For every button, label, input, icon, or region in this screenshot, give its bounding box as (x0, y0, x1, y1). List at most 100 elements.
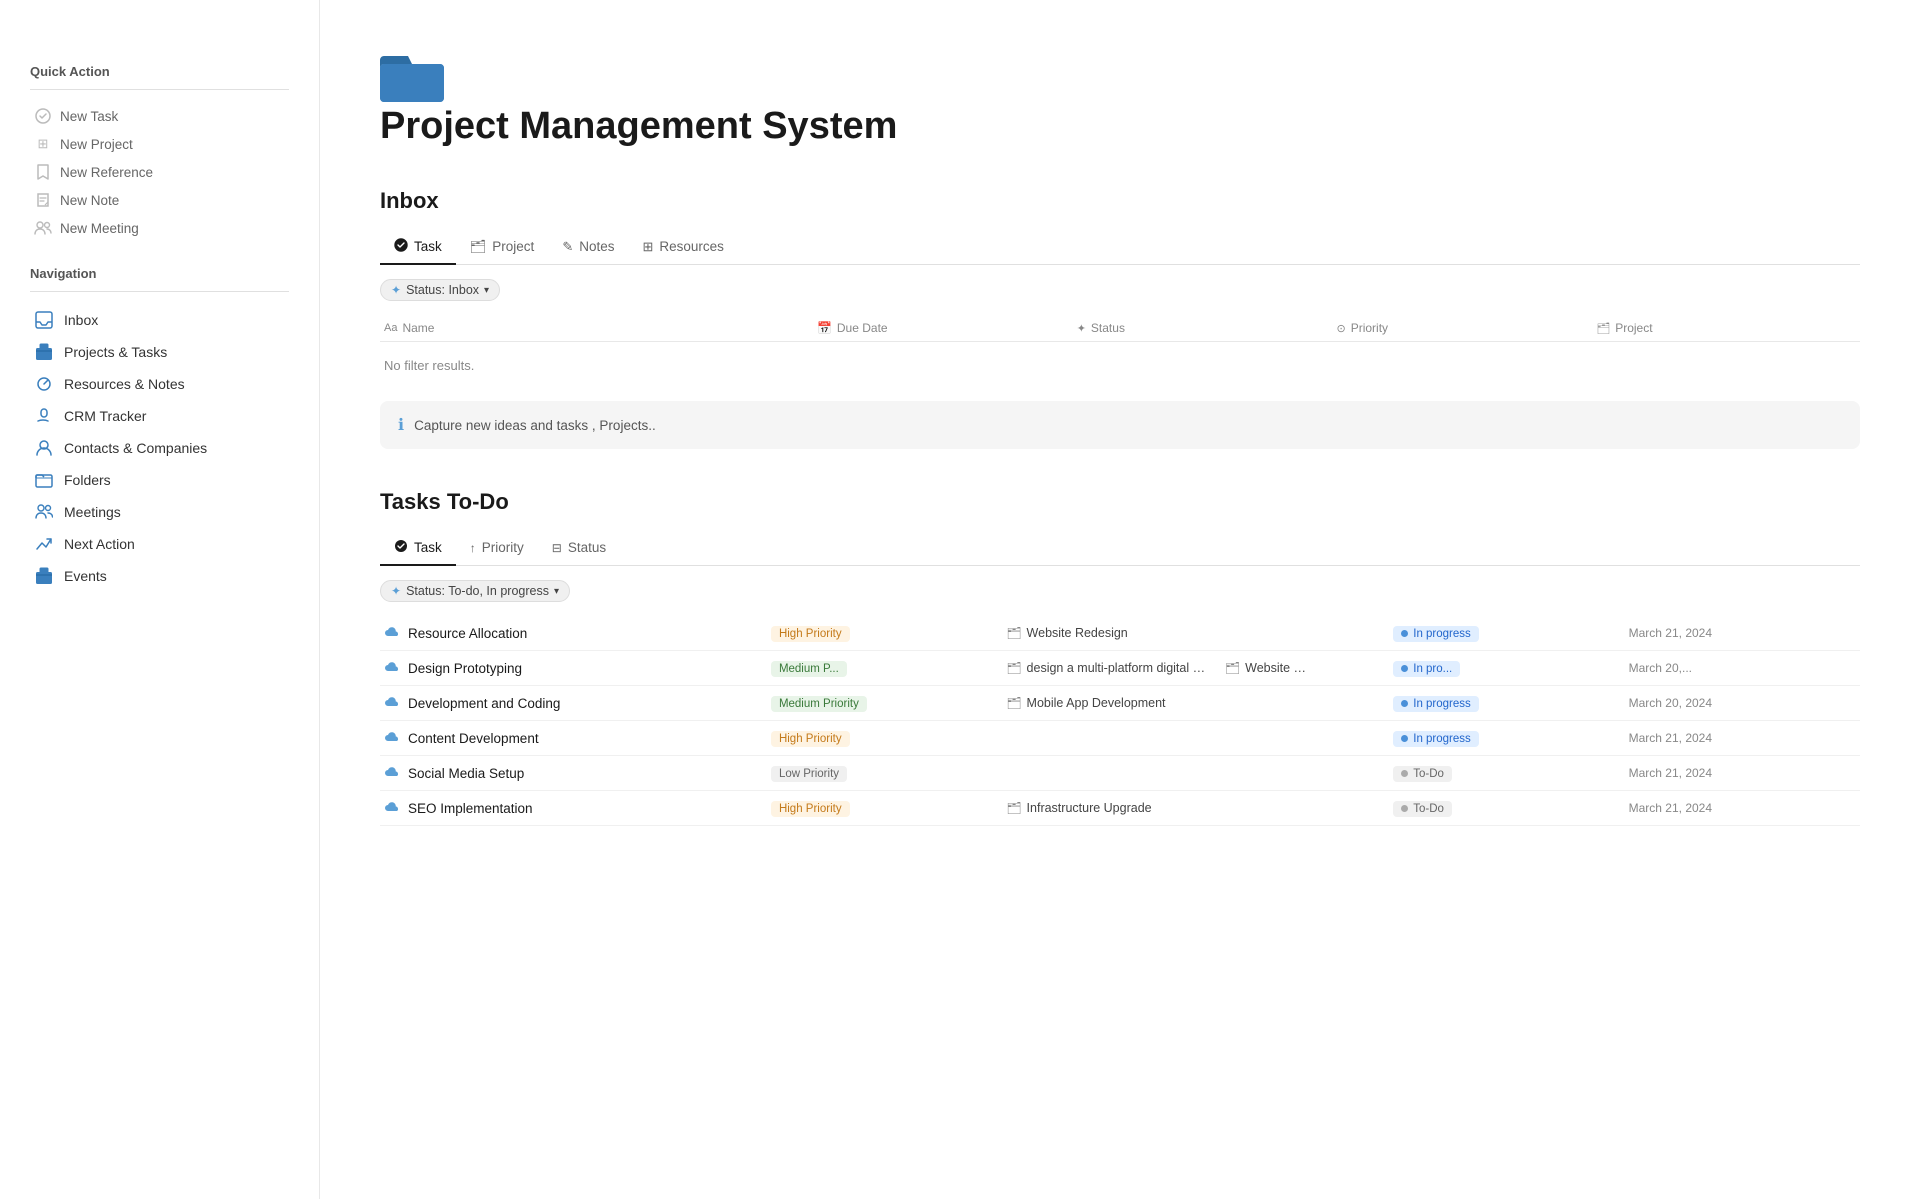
project-icon: ⊞ (34, 135, 52, 153)
sidebar-item-folders[interactable]: Folders (30, 464, 289, 496)
priority-badge: High Priority (771, 801, 850, 817)
task-date: March 20,... (1629, 661, 1856, 675)
priority-badge: Medium Priority (771, 696, 867, 712)
quick-action-label: New Note (60, 193, 119, 208)
priority-icon: ⊙ (1336, 322, 1345, 335)
tasks-filter-label: Status: To-do, In progress (406, 584, 549, 598)
status-dot (1401, 735, 1408, 742)
task-date: March 20, 2024 (1629, 696, 1856, 710)
quick-action-new-task[interactable]: New Task (30, 102, 289, 130)
navigation-title: Navigation (30, 266, 289, 281)
quick-action-new-project[interactable]: ⊞ New Project (30, 130, 289, 158)
col-name-icon: Aa (384, 322, 397, 334)
project-tab-icon: 🗂 (470, 239, 487, 255)
sidebar-item-contacts-companies[interactable]: Contacts & Companies (30, 432, 289, 464)
nav-label: CRM Tracker (64, 408, 146, 424)
task-project: 🗂 design a multi-platform digital market… (1006, 661, 1306, 675)
quick-action-label: New Meeting (60, 221, 139, 236)
task-cloud-icon (384, 695, 400, 711)
tab-task[interactable]: Task (380, 230, 456, 265)
status-badge: In progress (1393, 731, 1479, 747)
task-name: Resource Allocation (384, 625, 763, 641)
tasks-tab-task[interactable]: Task (380, 531, 456, 566)
status-badge: In progress (1393, 696, 1479, 712)
inbox-tabs: Task 🗂 Project ✎ Notes ⊞ Resources (380, 230, 1860, 265)
inbox-table-header: Aa Name 📅 Due Date ✦ Status ⊙ Priority 🗂… (380, 315, 1860, 342)
tab-task-label: Task (414, 239, 442, 254)
status-filter-badge[interactable]: ✦ Status: Inbox ▾ (380, 279, 500, 301)
meetings-icon (34, 502, 54, 522)
project-badge-icon: 🗂 (1006, 696, 1021, 710)
task-date: March 21, 2024 (1629, 731, 1856, 745)
task-row: Content Development High Priority In pro… (380, 721, 1860, 756)
quick-action-new-note[interactable]: New Note (30, 186, 289, 214)
col-due-date: 📅 Due Date (817, 321, 1077, 335)
nav-label: Folders (64, 472, 111, 488)
quick-action-title: Quick Action (30, 64, 289, 79)
nav-label: Inbox (64, 312, 98, 328)
task-cloud-icon (384, 730, 400, 746)
quick-action-new-reference[interactable]: New Reference (30, 158, 289, 186)
inbox-title: Inbox (380, 188, 1860, 214)
no-results-text: No filter results. (380, 346, 1860, 385)
tab-project-label: Project (492, 239, 534, 254)
quick-action-label: New Task (60, 109, 118, 124)
project-badge-icon2: 🗂 (1225, 661, 1240, 675)
crm-icon (34, 406, 54, 426)
quick-action-section: Quick Action New Task ⊞ New Project New … (30, 64, 289, 242)
task-priority: Medium Priority (771, 694, 998, 712)
quick-action-new-meeting[interactable]: New Meeting (30, 214, 289, 242)
task-priority: High Priority (771, 729, 998, 747)
navigation-section: Navigation Inbox Projects & Tasks (30, 266, 289, 592)
tasks-filter-bar: ✦ Status: To-do, In progress ▾ (380, 580, 1860, 602)
sidebar-item-meetings[interactable]: Meetings (30, 496, 289, 528)
task-cloud-icon (384, 800, 400, 816)
status-dot (1401, 805, 1408, 812)
tasks-table: Resource Allocation High Priority 🗂 Webs… (380, 616, 1860, 826)
tasks-tabs: Task ↑ Priority ⊟ Status (380, 531, 1860, 566)
contacts-icon (34, 438, 54, 458)
nav-label: Projects & Tasks (64, 344, 167, 360)
tasks-todo-section: Tasks To-Do Task ↑ Priority ⊟ Status (380, 489, 1860, 826)
divider (30, 89, 289, 90)
nav-label: Events (64, 568, 107, 584)
tasks-tab-priority[interactable]: ↑ Priority (456, 532, 538, 565)
notes-tab-icon: ✎ (562, 239, 573, 255)
tasks-tab-status-label: Status (568, 540, 606, 555)
reference-icon (34, 163, 52, 181)
tab-resources[interactable]: ⊞ Resources (629, 231, 738, 265)
task-tab-icon (394, 238, 408, 255)
projects-icon (34, 342, 54, 362)
priority-badge: High Priority (771, 731, 850, 747)
task-date: March 21, 2024 (1629, 766, 1856, 780)
sidebar-item-inbox[interactable]: Inbox (30, 304, 289, 336)
priority-badge: High Priority (771, 626, 850, 642)
tab-notes[interactable]: ✎ Notes (548, 231, 628, 265)
task-priority: Low Priority (771, 764, 998, 782)
tasks-tab-status[interactable]: ⊟ Status (538, 532, 620, 565)
inbox-section: Inbox Task 🗂 Project ✎ Notes (380, 188, 1860, 449)
task-project: 🗂 Infrastructure Upgrade (1006, 801, 1385, 815)
tasks-status-filter-badge[interactable]: ✦ Status: To-do, In progress ▾ (380, 580, 570, 602)
sidebar-item-crm-tracker[interactable]: CRM Tracker (30, 400, 289, 432)
tab-project[interactable]: 🗂 Project (456, 231, 549, 265)
task-status: In pro... (1393, 659, 1620, 677)
project-col-icon: 🗂 (1596, 322, 1610, 335)
task-date: March 21, 2024 (1629, 801, 1856, 815)
status-badge: In progress (1393, 626, 1479, 642)
sidebar-item-next-action[interactable]: Next Action (30, 528, 289, 560)
priority-badge: Medium P... (771, 661, 847, 677)
nav-label: Next Action (64, 536, 135, 552)
task-status: To-Do (1393, 764, 1620, 782)
task-row: Social Media Setup Low Priority To-Do Ma… (380, 756, 1860, 791)
filter-spin-icon: ✦ (391, 283, 401, 297)
sidebar-item-events[interactable]: Events (30, 560, 289, 592)
task-row: SEO Implementation High Priority 🗂 Infra… (380, 791, 1860, 826)
sidebar-item-projects-tasks[interactable]: Projects & Tasks (30, 336, 289, 368)
info-icon: ℹ (398, 415, 404, 435)
nav-label: Contacts & Companies (64, 440, 207, 456)
sidebar-item-resources-notes[interactable]: Resources & Notes (30, 368, 289, 400)
task-status: In progress (1393, 624, 1620, 642)
task-date: March 21, 2024 (1629, 626, 1856, 640)
col-project: 🗂 Project (1596, 321, 1856, 335)
